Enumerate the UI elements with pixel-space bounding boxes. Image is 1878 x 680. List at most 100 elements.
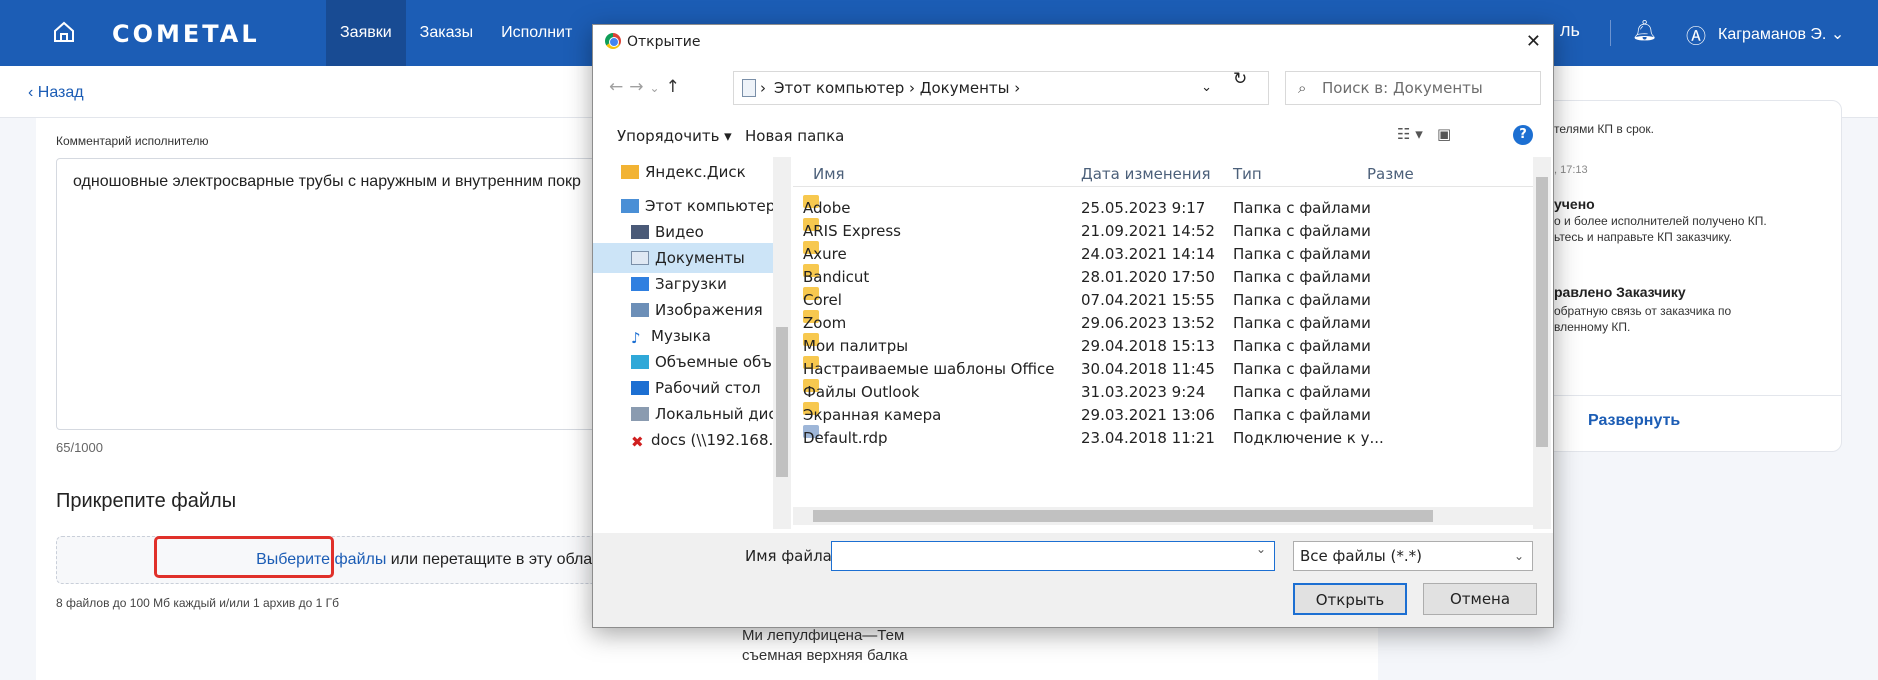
col-size[interactable]: Разме xyxy=(1367,165,1414,183)
home-icon[interactable] xyxy=(52,20,76,44)
file-list: Adobe 25.05.2023 9:17 Папка с файлами ARIS … xyxy=(793,195,1533,525)
nav-label: Музыка xyxy=(651,327,711,345)
back-arrow-icon[interactable]: ← xyxy=(609,77,629,97)
forward-arrow-icon[interactable]: → xyxy=(629,77,649,97)
comment-label: Комментарий исполнителю xyxy=(56,134,209,148)
filename-label: Имя файла: xyxy=(745,547,837,565)
background-line-1: Ми лепулфицена—Тем xyxy=(742,627,905,644)
dialog-toolbar: Упорядочить ▾ Новая папка ☷ ▾ ▣ ? xyxy=(593,123,1553,153)
chevron-left-icon: ‹ xyxy=(28,84,38,101)
scroll-thumb[interactable] xyxy=(1536,177,1548,447)
file-list-scrollbar[interactable] xyxy=(1533,157,1551,529)
refresh-icon[interactable]: ↻ xyxy=(1233,69,1247,89)
nav-arrows: ←→⌄↑ xyxy=(609,77,686,97)
nav-label: Документы xyxy=(655,249,745,267)
back-label: Назад xyxy=(37,84,84,101)
status-text-4: обратную связь от заказчика по xyxy=(1554,304,1732,318)
nav-item-requests[interactable]: Заявки xyxy=(326,0,406,66)
breadcrumb-path[interactable]: Этот компьютер › Документы › xyxy=(774,79,1020,97)
documents-folder-icon xyxy=(742,79,756,97)
nav-label: Видео xyxy=(655,223,704,241)
back-link[interactable]: ‹ Назад xyxy=(28,84,84,102)
status-text-1: телями КП в срок. xyxy=(1554,122,1655,136)
address-bar[interactable]: › Этот компьютер › Документы › ⌄ xyxy=(733,71,1269,105)
search-input[interactable]: ⌕ Поиск в: Документы xyxy=(1285,71,1541,105)
file-type-value: Все файлы (*.*) xyxy=(1300,547,1422,565)
cancel-button[interactable]: Отмена xyxy=(1423,583,1537,615)
file-date: 23.04.2018 11:21 xyxy=(1081,429,1215,447)
nav-item-network-docs[interactable]: ✖ docs (\\192.168.4 xyxy=(593,425,773,455)
partial-nav-text[interactable]: ль xyxy=(1560,20,1580,41)
main-nav: Заявки Заказы Исполнит xyxy=(326,0,586,66)
status-text-3: ьтесь и направьте КП заказчику. xyxy=(1554,230,1732,244)
recent-dropdown-icon[interactable]: ⌄ xyxy=(650,81,666,95)
yandex-disk-icon xyxy=(621,165,639,179)
scroll-thumb[interactable] xyxy=(776,327,788,477)
dropzone-text: или перетащите в эту область xyxy=(386,551,616,568)
chrome-icon xyxy=(605,33,621,49)
user-menu[interactable]: Каграманов Э. ⌄ xyxy=(1718,24,1844,44)
up-arrow-icon[interactable]: ↑ xyxy=(666,77,686,97)
video-icon xyxy=(631,225,649,239)
file-type-select[interactable]: Все файлы (*.*) ⌄ xyxy=(1293,541,1533,571)
nav-label: docs (\\192.168.4 xyxy=(651,431,773,449)
new-folder-button[interactable]: Новая папка xyxy=(745,127,844,145)
organize-button[interactable]: Упорядочить ▾ xyxy=(617,127,732,145)
filename-input[interactable]: ⌄ xyxy=(831,541,1275,571)
status-heading-2: равлено Заказчику xyxy=(1554,284,1686,300)
highlight-box xyxy=(154,536,334,578)
documents-icon xyxy=(631,251,649,265)
upload-limit-hint: 8 файлов до 100 Мб каждый и/или 1 архив … xyxy=(56,596,340,610)
expand-button[interactable]: Развернуть xyxy=(1588,412,1680,430)
nav-label: Рабочий стол xyxy=(655,379,761,397)
desktop-icon xyxy=(631,381,649,395)
nav-item-executors[interactable]: Исполнит xyxy=(487,0,586,66)
status-time: , 17:13 xyxy=(1554,164,1588,176)
horizontal-scrollbar[interactable] xyxy=(793,507,1533,525)
computer-icon xyxy=(621,199,639,213)
disk-icon xyxy=(631,407,649,421)
user-circle-icon[interactable]: Ⓐ xyxy=(1686,20,1706,49)
download-icon xyxy=(631,277,649,291)
chevron-down-icon[interactable]: ⌄ xyxy=(1256,542,1266,556)
status-text-5: вленному КП. xyxy=(1554,320,1631,334)
nav-label: Загрузки xyxy=(655,275,727,293)
scroll-thumb[interactable] xyxy=(813,510,1433,522)
file-type: Подключение к у... xyxy=(1233,429,1384,447)
file-open-dialog: Открытие ✕ ←→⌄↑ › Этот компьютер › Докум… xyxy=(592,24,1554,628)
nav-scrollbar[interactable] xyxy=(773,157,791,529)
nav-item-yandex-disk[interactable]: Яндекс.Диск xyxy=(593,157,773,187)
chevron-down-icon: ⌄ xyxy=(1513,549,1524,563)
char-counter: 65/1000 xyxy=(56,440,103,455)
nav-label: Объемные объ xyxy=(655,353,772,371)
open-button[interactable]: Открыть xyxy=(1293,583,1407,615)
dialog-footer: Имя файла: ⌄ Все файлы (*.*) ⌄ Открыть От… xyxy=(593,533,1553,627)
file-row[interactable]: Default.rdp 23.04.2018 11:21 Подключение к… xyxy=(793,425,1533,452)
search-icon: ⌕ xyxy=(1298,79,1307,97)
panel-divider xyxy=(1542,395,1842,396)
notification-bell-icon[interactable]: 🔔︎ xyxy=(1632,18,1657,43)
chevron-down-icon[interactable]: ⌄ xyxy=(1201,72,1212,104)
column-headers: Имя Дата изменения Тип Разме xyxy=(793,157,1533,187)
path-separator: › xyxy=(760,79,766,97)
view-options-icon[interactable]: ☷ ▾ ▣ xyxy=(1397,125,1451,143)
help-icon[interactable]: ? xyxy=(1513,125,1533,145)
col-type[interactable]: Тип xyxy=(1233,165,1262,183)
nav-label: Яндекс.Диск xyxy=(645,163,746,181)
network-drive-icon: ✖ xyxy=(631,433,644,451)
col-name[interactable]: Имя xyxy=(813,165,845,183)
nav-item-orders[interactable]: Заказы xyxy=(406,0,487,66)
nav-label: Изображения xyxy=(655,301,763,319)
col-date[interactable]: Дата изменения xyxy=(1081,165,1211,183)
logo[interactable]: COMETAL xyxy=(112,20,260,48)
address-row: ←→⌄↑ › Этот компьютер › Документы › ⌄ ↻ … xyxy=(593,69,1553,109)
background-text: Ми лепулфицена—Тем съемная верхняя балка xyxy=(742,626,908,666)
divider xyxy=(1610,20,1611,46)
dialog-title: Открытие xyxy=(605,33,700,50)
dialog-title-text: Открытие xyxy=(627,34,701,50)
search-placeholder: Поиск в: Документы xyxy=(1322,79,1483,97)
close-icon[interactable]: ✕ xyxy=(1526,31,1541,52)
music-icon: ♪ xyxy=(631,329,641,347)
status-panel xyxy=(1542,100,1842,452)
background-line-2: съемная верхняя балка xyxy=(742,647,908,664)
